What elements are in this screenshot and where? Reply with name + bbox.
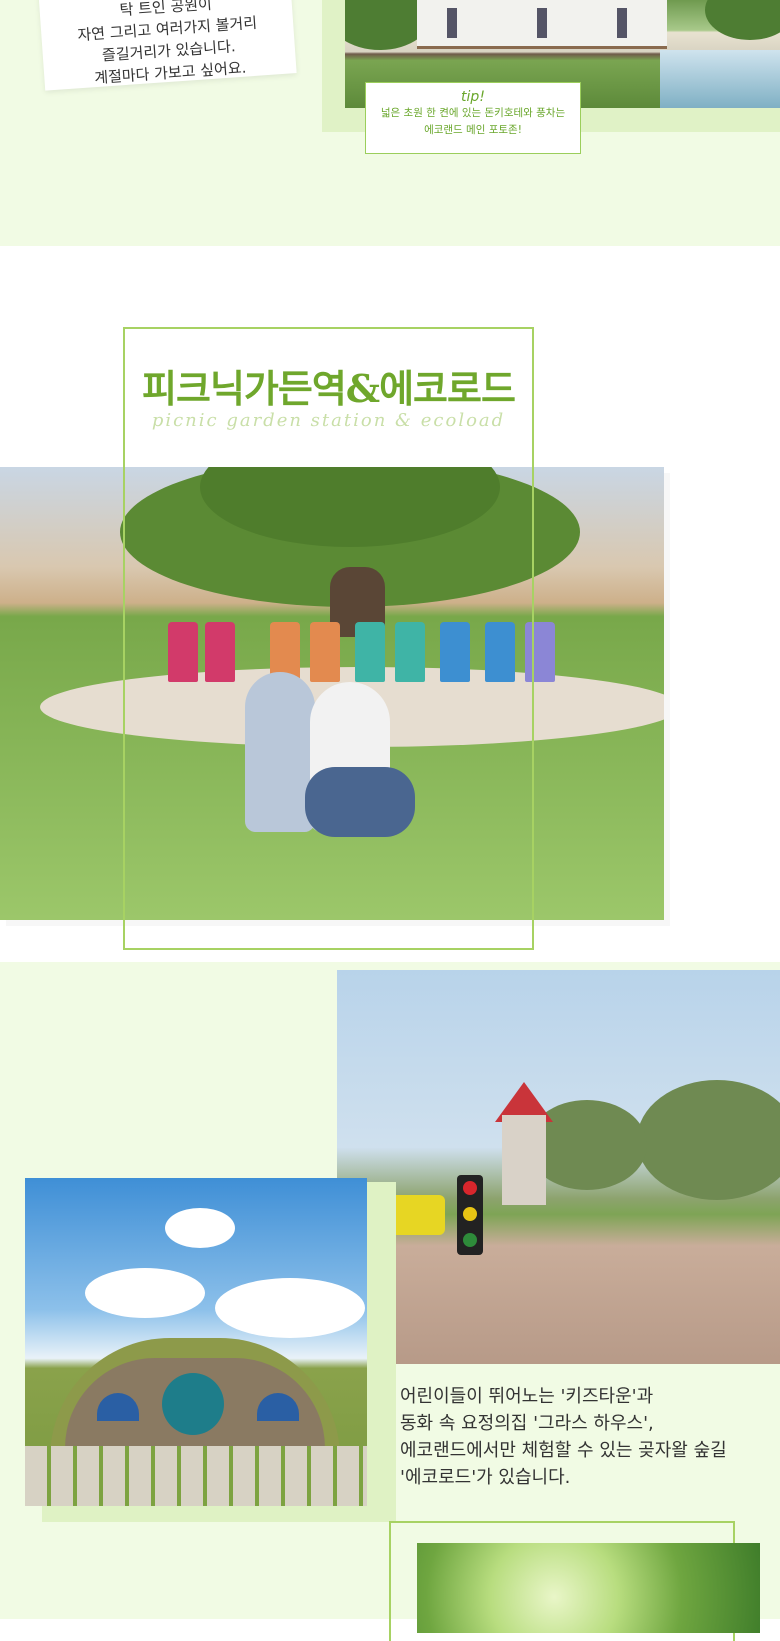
tip-line: 넓은 초원 한 켠에 있는 돈키호테와 풍차는 — [380, 107, 566, 119]
tip-box: tip! 넓은 초원 한 켠에 있는 돈키호테와 풍차는 에코랜드 메인 포토존… — [365, 82, 581, 154]
description-line: 에코랜드에서만 체험할 수 있는 곶자왈 숲길 — [400, 1440, 727, 1461]
grass-house-photo — [25, 1178, 367, 1506]
description-line: 동화 속 요정의집 '그라스 하우스', — [400, 1413, 654, 1434]
description-line: '에코로드'가 있습니다. — [400, 1467, 571, 1488]
description-text: 어린이들이 뛰어노는 '키즈타운'과 동화 속 요정의집 '그라스 하우스', … — [400, 1383, 770, 1491]
tip-title: tip! — [461, 89, 485, 105]
traffic-light — [457, 1175, 483, 1255]
kids-town-photo — [337, 970, 780, 1364]
forest-road-photo — [417, 1543, 760, 1633]
pond — [660, 50, 780, 108]
section-title: 피크닉가든역&에코로드 — [142, 366, 516, 411]
picnic-garden-photo — [0, 467, 664, 920]
polaroid-note: 탁 트인 공원이 자연 그리고 여러가지 볼거리 즐길거리가 있습니다. 계절마… — [35, 0, 297, 91]
section-subtitle: picnic garden station & ecoload — [151, 410, 506, 431]
cafe-building — [417, 0, 667, 49]
round-door — [162, 1373, 224, 1435]
description-line: 어린이들이 뛰어노는 '키즈타운'과 — [400, 1386, 654, 1407]
tip-line: 에코랜드 메인 포토존! — [424, 124, 522, 136]
